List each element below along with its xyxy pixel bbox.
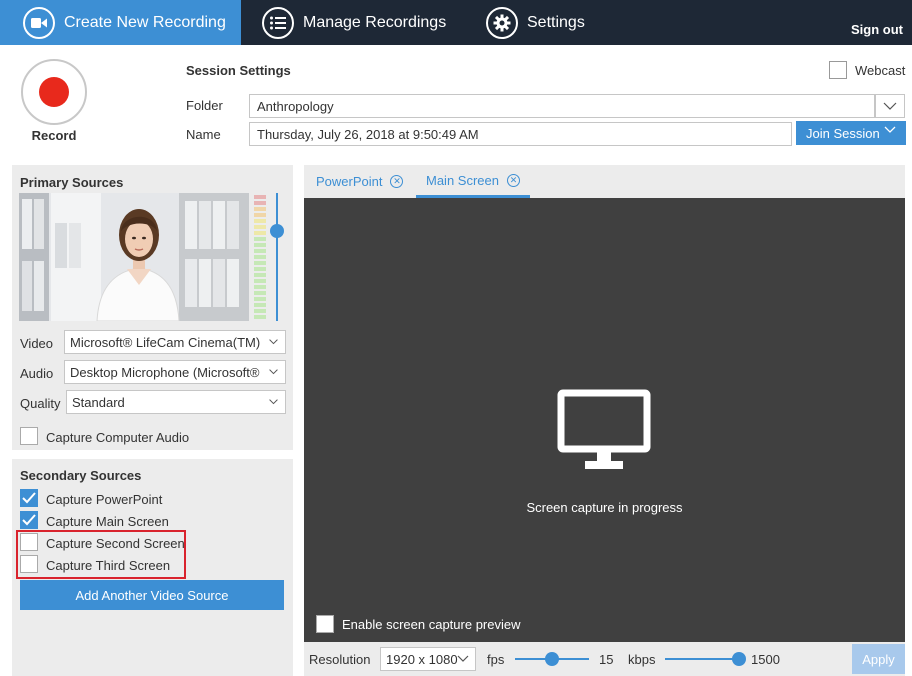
tab-main-screen[interactable]: Main Screen ✕ xyxy=(416,165,530,198)
chevron-down-icon xyxy=(265,396,279,408)
kbps-slider-track[interactable] xyxy=(665,658,741,660)
top-nav: Create New Recording Manage Recordings S… xyxy=(0,0,912,45)
chevron-down-icon xyxy=(884,126,896,133)
fps-slider-thumb[interactable] xyxy=(545,652,559,666)
capture-powerpoint-checkbox[interactable] xyxy=(20,489,38,507)
webcam-preview xyxy=(19,193,249,321)
chevron-down-icon xyxy=(265,366,279,378)
checkmark-icon xyxy=(22,514,36,526)
quality-select[interactable]: Standard xyxy=(66,390,286,414)
audio-select[interactable]: Desktop Microphone (Microsoft® xyxy=(64,360,286,384)
enable-preview-checkbox[interactable] xyxy=(316,615,334,633)
video-select[interactable]: Microsoft® LifeCam Cinema(TM) xyxy=(64,330,286,354)
volume-slider-track[interactable] xyxy=(276,193,278,321)
record-label: Record xyxy=(31,128,77,143)
fps-label: fps xyxy=(487,652,505,667)
tab-label: Manage Recordings xyxy=(303,13,447,31)
gear-icon xyxy=(486,6,518,39)
session-settings-title: Session Settings xyxy=(186,63,291,78)
capture-status-text: Screen capture in progress xyxy=(526,500,683,515)
checkmark-icon xyxy=(22,492,36,504)
tab-create-new-recording[interactable]: Create New Recording xyxy=(0,0,241,45)
capture-computer-audio-label: Capture Computer Audio xyxy=(46,430,190,445)
video-camera-icon xyxy=(23,6,55,39)
sign-out-link[interactable]: Sign out xyxy=(851,22,903,37)
tab-powerpoint[interactable]: PowerPoint ✕ xyxy=(316,165,404,198)
record-dot-icon xyxy=(39,77,69,107)
record-button[interactable] xyxy=(21,59,87,125)
capture-powerpoint-label: Capture PowerPoint xyxy=(46,492,163,507)
chevron-down-icon xyxy=(883,102,897,110)
capture-main-screen-label: Capture Main Screen xyxy=(46,514,169,529)
tab-settings[interactable]: Settings xyxy=(486,0,585,45)
highlight-box xyxy=(16,530,186,579)
resolution-value: 1920 x 1080 xyxy=(386,651,458,667)
quality-label: Quality xyxy=(20,396,61,411)
join-session-button[interactable]: Join Session xyxy=(796,121,906,145)
list-icon xyxy=(262,6,294,39)
webcast-label: Webcast xyxy=(855,63,906,78)
fps-value: 15 xyxy=(599,652,614,667)
tab-manage-recordings[interactable]: Manage Recordings xyxy=(262,0,446,45)
tab-label: Main Screen xyxy=(426,172,499,188)
name-label: Name xyxy=(186,127,221,142)
chevron-down-icon xyxy=(457,655,469,662)
audio-label: Audio xyxy=(20,366,54,381)
tab-label: Create New Recording xyxy=(64,13,226,31)
kbps-slider-thumb[interactable] xyxy=(732,652,746,666)
apply-button[interactable]: Apply xyxy=(852,644,905,674)
resolution-label: Resolution xyxy=(309,652,371,667)
kbps-label: kbps xyxy=(628,652,656,667)
folder-field[interactable]: Anthropology xyxy=(249,94,875,118)
capture-main-screen-checkbox[interactable] xyxy=(20,511,38,529)
close-icon[interactable]: ✕ xyxy=(506,173,520,187)
audio-select-value: Desktop Microphone (Microsoft® xyxy=(70,364,260,380)
video-select-value: Microsoft® LifeCam Cinema(TM) xyxy=(70,334,261,350)
secondary-sources-title: Secondary Sources xyxy=(20,468,142,483)
folder-label: Folder xyxy=(186,98,223,113)
name-field[interactable]: Thursday, July 26, 2018 at 9:50:49 AM xyxy=(249,122,792,146)
join-session-label: Join Session xyxy=(806,125,880,141)
audio-level-meter xyxy=(254,193,266,321)
close-icon[interactable]: ✕ xyxy=(390,175,404,188)
monitor-icon xyxy=(557,389,651,469)
webcast-checkbox[interactable] xyxy=(829,61,847,79)
video-label: Video xyxy=(20,336,54,351)
add-video-source-button[interactable]: Add Another Video Source xyxy=(20,580,284,610)
volume-slider-thumb[interactable] xyxy=(270,224,284,238)
capture-computer-audio-checkbox[interactable] xyxy=(20,427,38,445)
enable-preview-label: Enable screen capture preview xyxy=(342,617,521,632)
resolution-select[interactable]: 1920 x 1080 xyxy=(380,647,476,671)
tab-label: PowerPoint xyxy=(316,174,383,189)
chevron-down-icon xyxy=(265,336,279,348)
folder-dropdown-button[interactable] xyxy=(875,94,905,118)
kbps-value: 1500 xyxy=(751,652,780,667)
tab-label: Settings xyxy=(527,13,585,31)
quality-select-value: Standard xyxy=(72,394,125,410)
primary-sources-title: Primary Sources xyxy=(20,175,124,190)
